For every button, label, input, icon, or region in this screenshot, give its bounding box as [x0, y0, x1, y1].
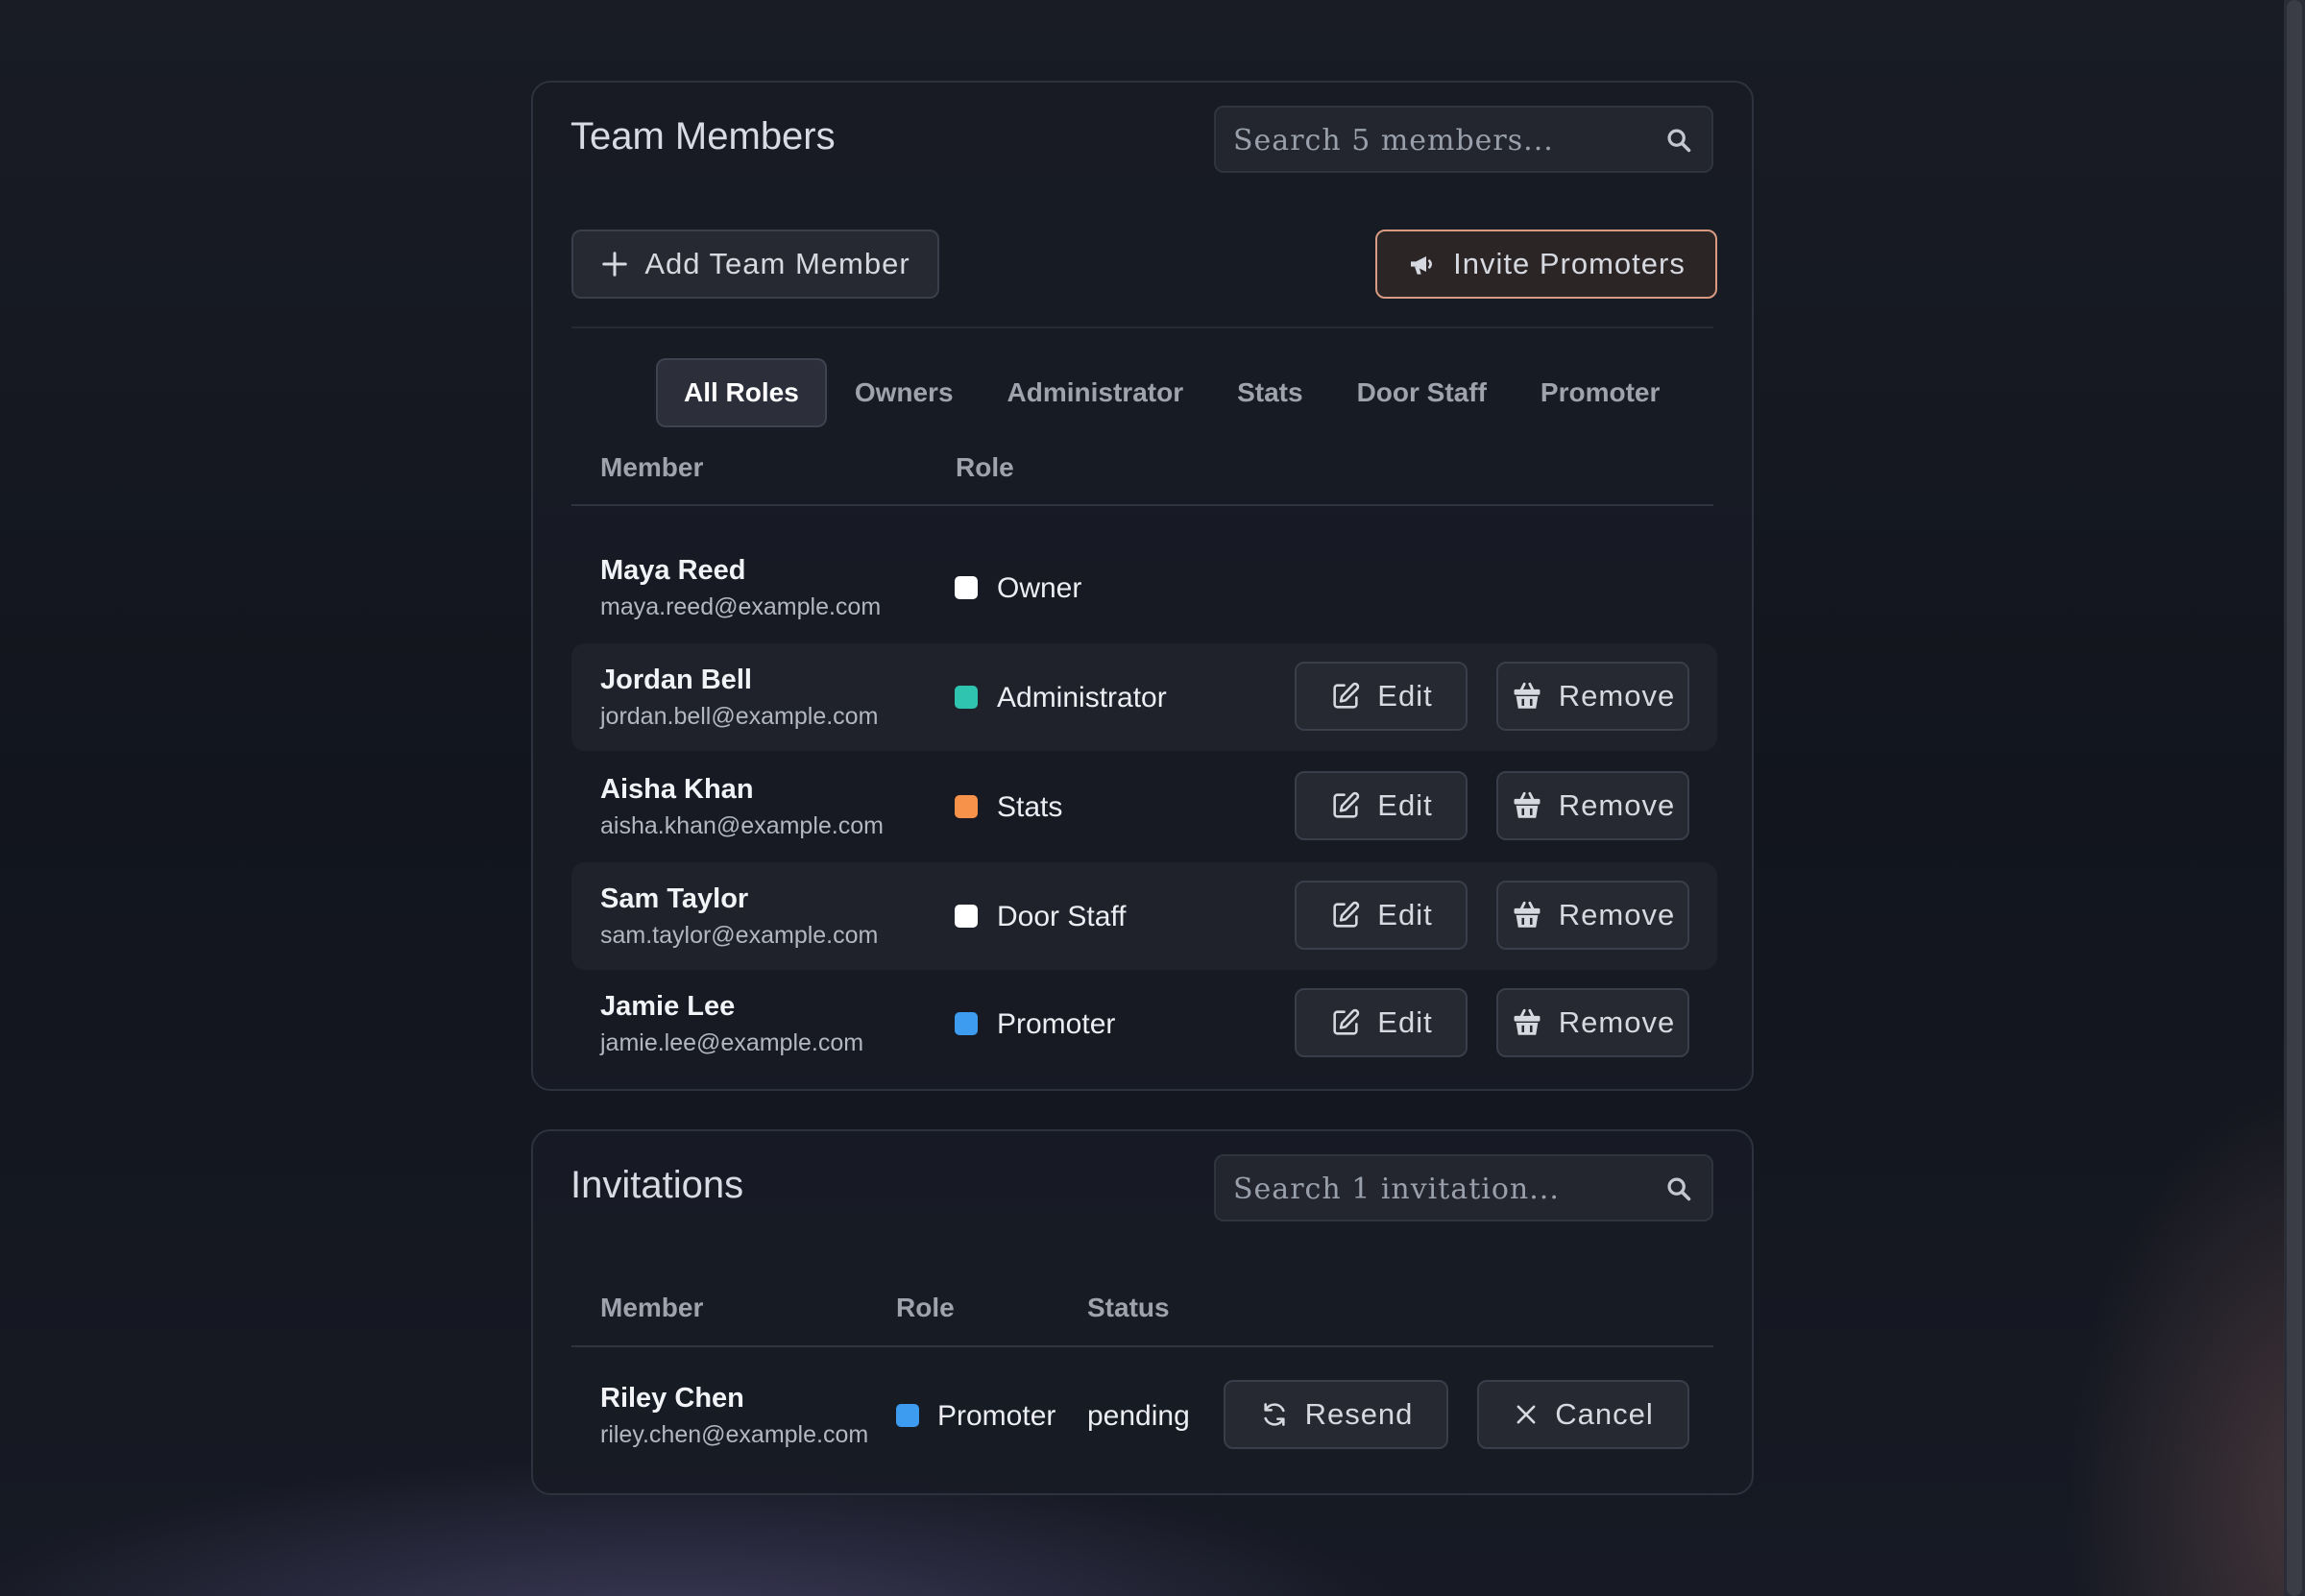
megaphone-icon: [1411, 256, 1433, 275]
member-name: Jordan Bell: [600, 665, 752, 695]
remove-button[interactable]: Remove: [1496, 662, 1689, 731]
role-color-swatch: [955, 795, 978, 818]
toolbar-divider: [571, 326, 1713, 328]
remove-button[interactable]: Remove: [1496, 881, 1689, 950]
role-color-swatch: [955, 1012, 978, 1035]
invite-promoters-button[interactable]: Invite Promoters: [1375, 230, 1717, 299]
basket-icon: [1514, 791, 1541, 818]
table-header-divider: [571, 1345, 1713, 1347]
add-team-member-label: Add Team Member: [644, 247, 910, 280]
role-color-swatch: [955, 905, 978, 928]
tab-administrator[interactable]: Administrator: [982, 358, 1210, 427]
edit-label: Edit: [1377, 1005, 1433, 1039]
remove-label: Remove: [1558, 898, 1676, 931]
table-row: Aisha Khan aisha.khan@example.com Stats …: [571, 753, 1717, 860]
table-header-divider: [571, 504, 1713, 506]
cancel-button[interactable]: Cancel: [1477, 1380, 1689, 1449]
invitations-card: Invitations Member Role Status Riley Che…: [531, 1129, 1754, 1495]
plus-icon: [602, 252, 628, 277]
edit-button[interactable]: Edit: [1295, 988, 1468, 1057]
invitee-email: riley.chen@example.com: [600, 1421, 869, 1448]
member-column-header: Member: [600, 1293, 704, 1322]
invitation-status: pending: [1087, 1400, 1190, 1432]
cancel-label: Cancel: [1555, 1397, 1654, 1431]
member-email: jamie.lee@example.com: [600, 1029, 864, 1056]
edit-label: Edit: [1377, 679, 1433, 713]
refresh-icon: [1263, 1403, 1285, 1426]
edit-icon: [1333, 791, 1360, 818]
role-column-header: Role: [956, 452, 1014, 482]
role-label: Door Staff: [997, 901, 1127, 932]
invitation-search-input[interactable]: [1216, 1156, 1658, 1221]
invitation-row: Riley Chen riley.chen@example.com Promot…: [571, 1362, 1717, 1469]
edit-button[interactable]: Edit: [1295, 662, 1468, 731]
invitation-search: [1214, 1154, 1713, 1221]
add-team-member-button[interactable]: Add Team Member: [571, 230, 939, 299]
tab-promoter[interactable]: Promoter: [1515, 358, 1686, 427]
remove-button[interactable]: Remove: [1496, 988, 1689, 1057]
role-label: Owner: [997, 572, 1082, 604]
role-label: Administrator: [997, 682, 1167, 713]
member-search: [1214, 106, 1713, 173]
member-name: Jamie Lee: [600, 991, 736, 1022]
edit-icon: [1333, 682, 1360, 709]
member-name: Aisha Khan: [600, 774, 754, 805]
team-members-title: Team Members: [570, 115, 836, 157]
team-members-card: Team Members Add Team Member Invite Prom…: [531, 81, 1754, 1091]
table-row: Sam Taylor sam.taylor@example.com Door S…: [571, 862, 1717, 970]
edit-button[interactable]: Edit: [1295, 881, 1468, 950]
scrollbar-track[interactable]: [2284, 0, 2305, 1596]
search-icon[interactable]: [1665, 127, 1692, 154]
basket-icon: [1514, 901, 1541, 928]
role-color-swatch: [896, 1404, 919, 1427]
remove-label: Remove: [1558, 1005, 1676, 1039]
member-search-input[interactable]: [1216, 108, 1658, 173]
tab-stats[interactable]: Stats: [1211, 358, 1328, 427]
table-row: Jamie Lee jamie.lee@example.com Promoter…: [571, 970, 1717, 1077]
resend-button[interactable]: Resend: [1224, 1380, 1448, 1449]
remove-label: Remove: [1558, 679, 1676, 713]
member-email: jordan.bell@example.com: [600, 703, 879, 730]
tab-owners[interactable]: Owners: [829, 358, 980, 427]
role-column-header: Role: [896, 1293, 955, 1322]
role-color-swatch: [955, 686, 978, 709]
role-label: Stats: [997, 791, 1063, 823]
member-column-header: Member: [600, 452, 704, 482]
remove-label: Remove: [1558, 788, 1676, 822]
scrollbar-thumb[interactable]: [2287, 0, 2302, 1596]
role-label: Promoter: [997, 1008, 1116, 1040]
edit-label: Edit: [1377, 788, 1433, 822]
resend-label: Resend: [1304, 1397, 1414, 1431]
tab-all-roles[interactable]: All Roles: [656, 358, 827, 427]
invitee-name: Riley Chen: [600, 1383, 744, 1414]
tab-door-staff[interactable]: Door Staff: [1331, 358, 1513, 427]
invite-promoters-label: Invite Promoters: [1453, 247, 1686, 280]
member-email: maya.reed@example.com: [600, 593, 882, 620]
table-row: Jordan Bell jordan.bell@example.com Admi…: [571, 643, 1717, 751]
status-column-header: Status: [1087, 1293, 1170, 1322]
basket-icon: [1514, 682, 1541, 709]
edit-label: Edit: [1377, 898, 1433, 931]
table-row: Maya Reed maya.reed@example.com Owner: [571, 534, 1717, 641]
member-name: Sam Taylor: [600, 883, 749, 914]
role-label: Promoter: [937, 1400, 1056, 1432]
role-filter-tabs: All Roles Owners Administrator Stats Doo…: [656, 358, 1687, 427]
edit-icon: [1333, 1008, 1360, 1035]
member-email: aisha.khan@example.com: [600, 812, 884, 839]
basket-icon: [1514, 1008, 1541, 1035]
invitations-title: Invitations: [570, 1164, 744, 1206]
close-icon: [1516, 1405, 1536, 1424]
edit-icon: [1333, 901, 1360, 928]
role-color-swatch: [955, 576, 978, 599]
search-icon[interactable]: [1665, 1175, 1692, 1202]
edit-button[interactable]: Edit: [1295, 771, 1468, 840]
member-name: Maya Reed: [600, 555, 746, 586]
member-email: sam.taylor@example.com: [600, 922, 879, 949]
remove-button[interactable]: Remove: [1496, 771, 1689, 840]
